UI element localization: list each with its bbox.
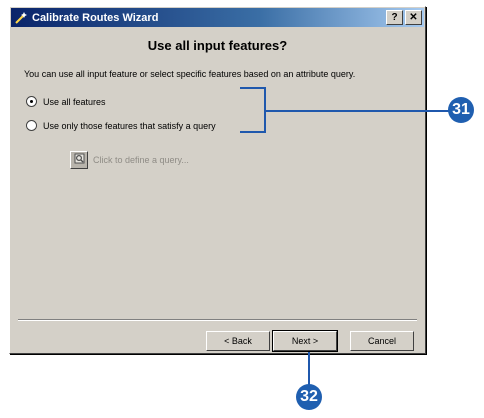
callout-31-leader-line xyxy=(266,110,456,112)
page-description: You can use all input feature or select … xyxy=(24,69,356,79)
wizard-wand-icon xyxy=(14,11,28,25)
use-query-features-label: Use only those features that satisfy a q… xyxy=(43,120,216,131)
use-all-features-radio[interactable] xyxy=(26,96,37,107)
callout-31-bracket-top xyxy=(240,87,266,89)
page-heading: Use all input features? xyxy=(147,38,288,53)
callout-32-leader-line xyxy=(308,352,310,386)
cancel-button[interactable]: Cancel xyxy=(350,331,414,351)
next-button[interactable]: Next > xyxy=(272,330,338,352)
back-button[interactable]: < Back xyxy=(206,331,270,351)
use-all-features-label: Use all features xyxy=(43,96,106,107)
define-query-button[interactable] xyxy=(70,151,88,169)
callout-32-badge: 32 xyxy=(296,384,322,410)
query-builder-icon xyxy=(74,151,85,169)
define-query-label: Click to define a query... xyxy=(93,155,189,165)
button-separator xyxy=(18,319,417,321)
callout-31-badge: 31 xyxy=(448,97,474,123)
title-bar[interactable]: Calibrate Routes Wizard ? ✕ xyxy=(11,8,424,27)
use-query-features-option[interactable]: Use only those features that satisfy a q… xyxy=(26,120,216,131)
use-query-features-radio[interactable] xyxy=(26,120,37,131)
calibrate-routes-wizard-window: Calibrate Routes Wizard ? ✕ Use all inpu… xyxy=(9,6,426,354)
callout-31-bracket-bottom xyxy=(240,131,266,133)
help-button[interactable]: ? xyxy=(386,10,403,25)
close-button[interactable]: ✕ xyxy=(405,10,422,25)
use-all-features-option[interactable]: Use all features xyxy=(26,96,106,107)
window-title: Calibrate Routes Wizard xyxy=(32,11,159,24)
